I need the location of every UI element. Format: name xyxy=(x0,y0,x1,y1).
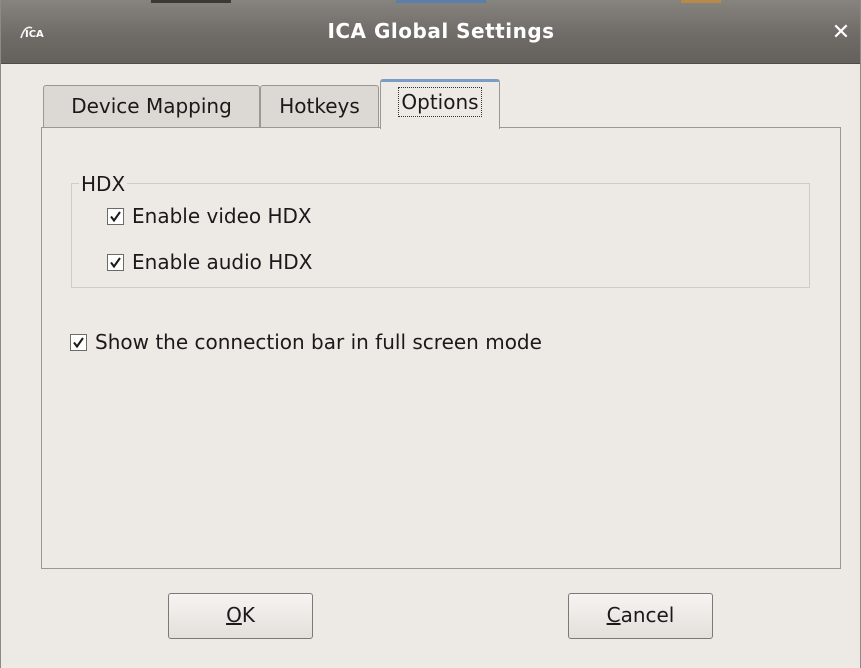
settings-dialog: ICA ICA Global Settings ✕ Device Mapping… xyxy=(0,0,861,668)
cancel-button[interactable]: Cancel xyxy=(568,593,713,639)
checkbox-checked-icon[interactable] xyxy=(107,207,124,225)
tab-options[interactable]: Options xyxy=(380,79,500,129)
enable-audio-hdx-label: Enable audio HDX xyxy=(132,250,313,274)
window-title: ICA Global Settings xyxy=(327,19,555,43)
tab-hotkeys[interactable]: Hotkeys xyxy=(260,85,379,128)
ok-label-rest: K xyxy=(241,603,255,627)
tab-device-mapping[interactable]: Device Mapping xyxy=(43,85,260,128)
enable-video-hdx-checkbox[interactable]: Enable video HDX xyxy=(107,204,312,228)
enable-audio-hdx-checkbox[interactable]: Enable audio HDX xyxy=(107,250,312,274)
ok-mnemonic: O xyxy=(226,603,242,627)
show-connection-bar-checkbox[interactable]: Show the connection bar in full screen m… xyxy=(70,330,542,354)
checkbox-checked-icon[interactable] xyxy=(107,253,124,271)
show-connection-bar-label: Show the connection bar in full screen m… xyxy=(95,330,542,354)
background-window-strip xyxy=(396,0,486,3)
background-window-strip xyxy=(681,0,721,3)
background-window-strip xyxy=(151,0,231,3)
title-bar[interactable]: ICA ICA Global Settings ✕ xyxy=(1,0,860,64)
checkbox-checked-icon[interactable] xyxy=(70,333,87,351)
tab-options-label: Options xyxy=(398,87,482,117)
hdx-group-title: HDX xyxy=(79,172,128,196)
close-icon[interactable]: ✕ xyxy=(827,19,855,47)
enable-video-hdx-label: Enable video HDX xyxy=(132,204,312,228)
cancel-label-rest: ancel xyxy=(620,603,675,627)
cancel-mnemonic: C xyxy=(606,603,621,627)
ok-button[interactable]: OK xyxy=(168,593,313,639)
